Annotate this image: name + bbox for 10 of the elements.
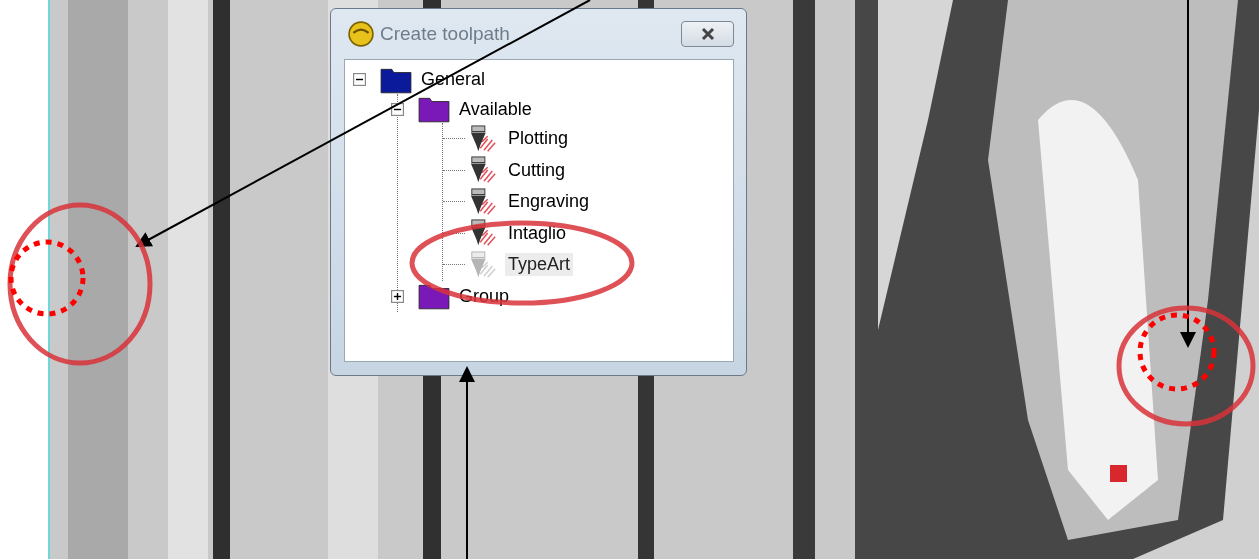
expand-toggle[interactable] bbox=[391, 289, 404, 303]
close-button[interactable] bbox=[681, 21, 734, 47]
tree-item[interactable]: Cutting bbox=[505, 158, 569, 182]
tree-item[interactable]: Intaglio bbox=[505, 221, 570, 245]
app-icon bbox=[348, 21, 374, 47]
tree-item[interactable]: Engraving bbox=[505, 190, 593, 214]
window-title: Create toolpath bbox=[380, 23, 511, 45]
tree-item[interactable]: Plotting bbox=[505, 127, 572, 151]
collapse-toggle[interactable] bbox=[353, 73, 366, 87]
tree-item[interactable]: Available bbox=[456, 97, 535, 121]
